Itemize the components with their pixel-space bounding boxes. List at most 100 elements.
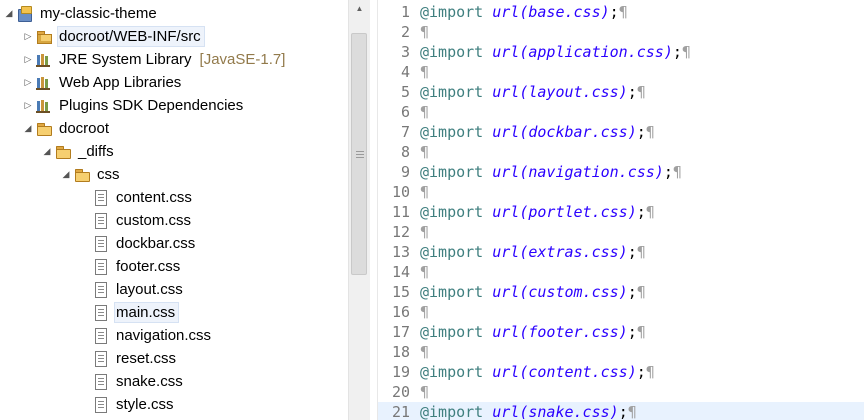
code-line[interactable]: 20 ¶ [378,382,864,402]
tree-item-label: reset.css [116,350,177,367]
tree-item[interactable]: ◢ docroot [22,117,112,140]
collapsed-arrow-icon[interactable]: ▷ [22,100,34,112]
tree-item[interactable]: custom.css [79,209,194,232]
code-line[interactable]: 4 ¶ [378,62,864,82]
tree-item-label: JRE System Library [59,51,192,68]
tree-item[interactable]: ▷ JRE System Library [JavaSE-1.7] [22,48,286,71]
code-line[interactable]: 7 @import url(dockbar.css); ¶ [378,122,864,142]
code-line[interactable]: 17 @import url(footer.css); ¶ [378,322,864,342]
editor-annotation-ruler [370,0,378,420]
tree-item[interactable]: navigation.css [79,324,214,347]
code-line[interactable]: 8 ¶ [378,142,864,162]
expanded-arrow-icon[interactable]: ◢ [22,123,34,135]
semicolon: ; [672,43,682,61]
tree-item-label: snake.css [116,373,183,390]
collapsed-arrow-icon[interactable]: ▷ [22,31,34,43]
tree-item-label: dockbar.css [116,235,196,252]
code-line[interactable]: 6 ¶ [378,102,864,122]
url-function: url(custom.css) [492,283,628,301]
pilcrow-icon: ¶ [672,163,682,181]
file-icon [93,396,109,413]
code-line[interactable]: 11 @import url(portlet.css); ¶ [378,202,864,222]
code-line[interactable]: 12 ¶ [378,222,864,242]
semicolon: ; [627,83,637,101]
pilcrow-icon: ¶ [645,363,655,381]
expanded-arrow-icon[interactable]: ◢ [60,169,72,181]
scrollbar-thumb[interactable] [351,33,367,275]
tree-item[interactable]: snake.css [79,370,186,393]
tree-item-label: Plugins SDK Dependencies [59,97,244,114]
line-number: 17 [391,323,410,341]
line-number: 11 [391,203,410,221]
scroll-up-arrow-icon[interactable]: ▲ [349,0,370,17]
tree-item[interactable]: ◢ my-classic-theme [3,2,160,25]
url-function: url(extras.css) [492,243,628,261]
tree-item[interactable]: footer.css [79,255,183,278]
tree-vertical-scrollbar[interactable]: ▲ [348,0,371,420]
tree-item[interactable]: ▷ Plugins SDK Dependencies [22,94,246,117]
code-line[interactable]: 9 @import url(navigation.css); ¶ [378,162,864,182]
code-line[interactable]: 3 @import url(application.css); ¶ [378,42,864,62]
tree-item[interactable]: content.css [79,186,195,209]
tree-item[interactable]: reset.css [79,347,179,370]
pilcrow-icon: ¶ [681,43,691,61]
tree-item-label: docroot [59,120,110,137]
code-line[interactable]: 5 @import url(layout.css); ¶ [378,82,864,102]
code-line[interactable]: 16 ¶ [378,302,864,322]
file-icon [93,235,109,252]
pilcrow-icon: ¶ [420,223,430,241]
pilcrow-icon: ¶ [645,203,655,221]
project-explorer-tree[interactable]: ◢ my-classic-theme ▷ docroot/WEB-INF/src ▷ JR… [0,0,348,420]
line-number: 1 [400,3,410,21]
code-line[interactable]: 21 @import url(snake.css); ¶ [378,402,864,420]
line-number: 4 [400,63,410,81]
line-number: 15 [391,283,410,301]
tree-item[interactable]: style.css [79,393,177,416]
import-keyword: @import [420,243,484,261]
file-icon [93,212,109,229]
expanded-arrow-icon[interactable]: ◢ [41,146,53,158]
line-number: 16 [391,303,410,321]
code-line[interactable]: 15 @import url(custom.css); ¶ [378,282,864,302]
line-number: 14 [391,263,410,281]
code-line[interactable]: 14 ¶ [378,262,864,282]
line-number: 9 [400,163,410,181]
library-icon [36,75,52,91]
code-line[interactable]: 18 ¶ [378,342,864,362]
line-number: 8 [400,143,410,161]
tree-item-label: main.css [113,302,180,323]
tree-item[interactable]: main.css [79,301,180,324]
code-line[interactable]: 13 @import url(extras.css); ¶ [378,242,864,262]
collapsed-arrow-icon[interactable]: ▷ [22,54,34,66]
code-line[interactable]: 19 @import url(content.css); ¶ [378,362,864,382]
tree-item[interactable]: dockbar.css [79,232,198,255]
semicolon: ; [636,203,646,221]
pilcrow-icon: ¶ [636,83,646,101]
tree-item[interactable]: ◢ css [60,163,123,186]
code-line[interactable]: 2 ¶ [378,22,864,42]
tree-item[interactable]: layout.css [79,278,186,301]
tree-item[interactable]: ▷ Web App Libraries [22,71,184,94]
line-number: 7 [400,123,410,141]
code-line[interactable]: 10 ¶ [378,182,864,202]
code-line[interactable]: 1 @import url(base.css); ¶ [378,2,864,22]
tree-item[interactable]: ▷ docroot/WEB-INF/src [22,25,205,48]
semicolon: ; [627,243,637,261]
import-keyword: @import [420,323,484,341]
line-number: 20 [391,383,410,401]
collapsed-arrow-icon[interactable]: ▷ [22,77,34,89]
pilcrow-icon: ¶ [636,243,646,261]
file-icon [93,350,109,367]
tree-item[interactable]: ◢ _diffs [41,140,117,163]
file-icon [93,258,109,275]
line-number: 21 [391,403,410,420]
import-keyword: @import [420,403,484,420]
tree-item-label: custom.css [116,212,192,229]
tree-item-label: style.css [116,396,174,413]
expanded-arrow-icon[interactable]: ◢ [3,8,15,20]
css-source-editor[interactable]: 1 @import url(base.css); ¶ 2 ¶ 3 @import url(a… [378,0,864,420]
